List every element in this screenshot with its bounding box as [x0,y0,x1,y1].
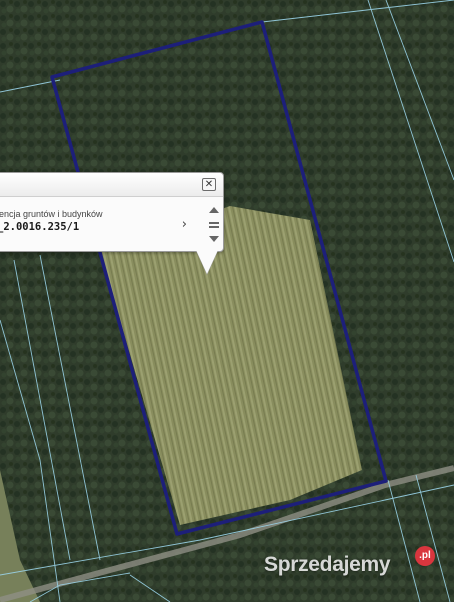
popup-scrollbar[interactable] [207,205,220,247]
satellite-map[interactable] [0,0,454,602]
watermark-text: Sprzedajemy [264,553,391,576]
parcel-id[interactable]: _2.0016.235/1 [0,221,79,233]
popup-header: ✕ [0,173,223,197]
scroll-up-icon[interactable] [209,207,219,213]
watermark-badge: .pl [415,546,435,566]
scroll-down-icon[interactable] [209,236,219,242]
layer-name: lencja gruntów i budynków [0,209,103,219]
scroll-thumb[interactable] [209,222,219,228]
chevron-right-icon[interactable]: › [182,217,187,232]
parcel-info-popup: ✕ lencja gruntów i budynków _2.0016.235/… [0,172,224,252]
close-icon[interactable]: ✕ [202,178,216,191]
popup-pointer [196,250,218,274]
popup-body: lencja gruntów i budynków _2.0016.235/1 … [0,197,203,251]
